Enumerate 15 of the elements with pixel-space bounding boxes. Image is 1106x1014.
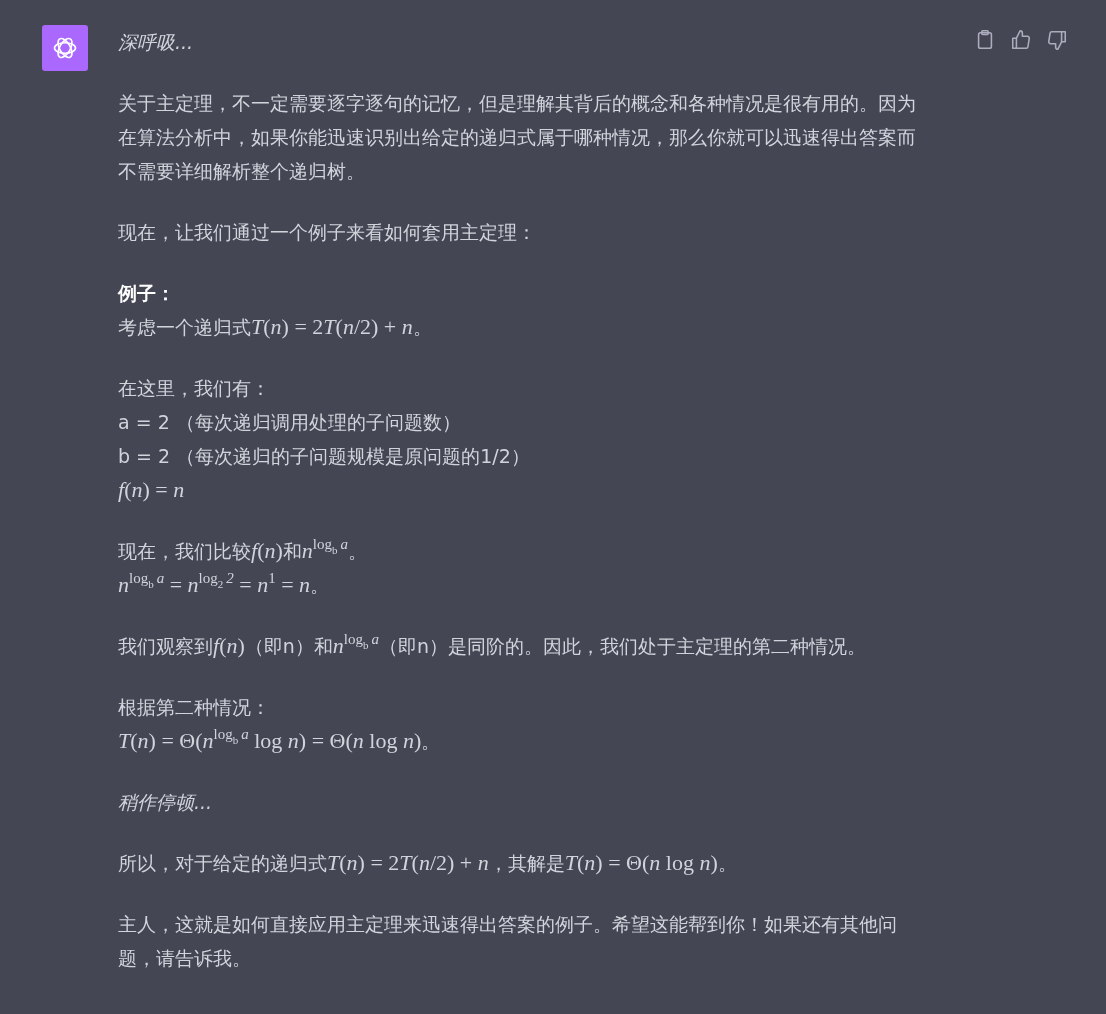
- paragraph-text: 根据第二种情况：: [118, 695, 271, 720]
- paragraph-text: 关于主定理，不一定需要逐字逐句的记忆，但是理解其背后的概念和各种情况是很有用的。因为在算法分析中，如果你能迅速识别出给定的递归式属于哪种情况，那么你就可以迅速得出答案而不需要详细解析整个递归树。: [118, 91, 917, 184]
- paragraph-text: 在这里，我们有：: [118, 376, 271, 401]
- paragraph-text: f(n) = n: [118, 476, 186, 504]
- paragraph-text: 现在，让我们通过一个例子来看如何套用主定理：: [118, 220, 537, 245]
- paragraph-text: 稍作停顿...: [118, 790, 214, 815]
- status-text: 深呼吸...: [118, 30, 195, 55]
- paragraph-text: 所以，对于给定的递归式T(n) = 2T(n/2) + n，其解是T(n) = Θ(n log n)。: [118, 849, 738, 877]
- paragraph-text: 主人，这就是如何直接应用主定理来迅速得出答案的例子。希望这能帮到你！如果还有其他问题，请告诉我。: [118, 912, 898, 971]
- section-heading: 例子：: [118, 281, 176, 306]
- paragraph-text: a = 2 （每次递归调用处理的子问题数）: [118, 410, 462, 435]
- paragraph-text: 考虑一个递归式T(n) = 2T(n/2) + n。: [118, 313, 433, 341]
- thumbs-down-icon: [1046, 29, 1068, 51]
- thumbs-up-icon: [1010, 29, 1032, 51]
- paragraph-text: b = 2 （每次递归的子问题规模是原问题的1/2）: [118, 444, 531, 469]
